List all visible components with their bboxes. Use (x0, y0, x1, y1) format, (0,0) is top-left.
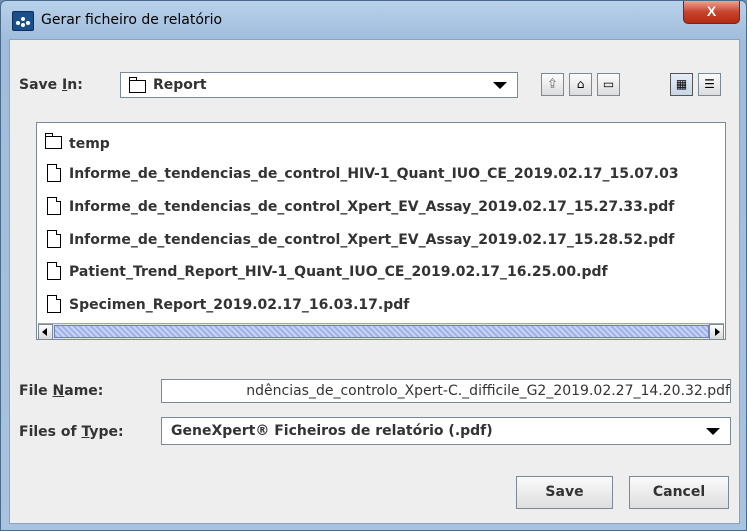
file-icon (47, 262, 61, 280)
save-in-dropdown[interactable]: Report (120, 72, 518, 98)
scroll-right-button[interactable] (709, 324, 724, 339)
window-title: Gerar ficheiro de relatório (41, 12, 223, 28)
save-button[interactable]: Save (516, 476, 613, 509)
file-icon (47, 197, 61, 215)
dialog-content: Save In: Report ⮸ ⌂ ▭ ▦ ☰ temp Informe_d… (9, 39, 740, 524)
arrow-right-icon (715, 328, 720, 336)
file-icon (47, 295, 61, 313)
folder-up-icon: ⮸ (548, 77, 557, 91)
horizontal-scrollbar[interactable] (38, 323, 724, 339)
file-name-input[interactable]: ndências_de_controlo_Xpert-C._difficile_… (161, 379, 731, 403)
file-type-label: Files of Type: (19, 424, 124, 440)
folder-icon (129, 77, 146, 93)
details-view-icon: ☰ (704, 77, 715, 91)
file-icon (47, 164, 61, 182)
file-name-value: ndências_de_controlo_Xpert-C._difficile_… (246, 383, 730, 399)
file-icon (47, 230, 61, 248)
file-type-value: GeneXpert® Ficheiros de relatório (.pdf) (171, 423, 493, 439)
scroll-left-button[interactable] (38, 324, 53, 339)
list-item-label: temp (69, 136, 110, 152)
list-item-label: Informe_de_tendencias_de_control_Xpert_E… (69, 199, 675, 215)
arrow-left-icon (42, 328, 47, 336)
home-icon: ⌂ (576, 77, 585, 91)
list-item-label: Informe_de_tendencias_de_control_HIV-1_Q… (69, 166, 679, 182)
file-type-dropdown[interactable]: GeneXpert® Ficheiros de relatório (.pdf) (161, 417, 731, 445)
new-folder-icon: ▭ (602, 77, 615, 91)
save-in-value: Report (153, 77, 207, 93)
save-in-label: Save In: (19, 77, 83, 93)
list-item-label: Informe_de_tendencias_de_control_Xpert_E… (69, 232, 675, 248)
home-button[interactable]: ⌂ (569, 73, 592, 96)
list-item-label: Specimen_Report_2019.02.17_16.03.17.pdf (69, 297, 410, 313)
title-bar[interactable]: Gerar ficheiro de relatório X (1, 1, 746, 39)
list-item-label: Patient_Trend_Report_HIV-1_Quant_IUO_CE_… (69, 264, 608, 280)
new-folder-button[interactable]: ▭ (597, 73, 620, 96)
file-list[interactable]: temp Informe_de_tendencias_de_control_HI… (36, 122, 726, 340)
details-view-button[interactable]: ☰ (698, 73, 721, 96)
scrollbar-thumb[interactable] (54, 325, 709, 338)
close-icon: X (706, 3, 717, 19)
file-name-label: File Name: (19, 383, 104, 399)
close-button[interactable]: X (683, 1, 740, 24)
list-view-button[interactable]: ▦ (670, 73, 693, 96)
list-view-icon: ▦ (675, 77, 688, 91)
cancel-button[interactable]: Cancel (629, 476, 729, 509)
file-dialog-window: Gerar ficheiro de relatório X Save In: R… (0, 0, 747, 531)
up-one-level-button[interactable]: ⮸ (541, 73, 564, 96)
app-icon (12, 11, 34, 31)
chevron-down-icon (706, 428, 720, 435)
chevron-down-icon (493, 82, 507, 89)
folder-icon (45, 133, 62, 149)
